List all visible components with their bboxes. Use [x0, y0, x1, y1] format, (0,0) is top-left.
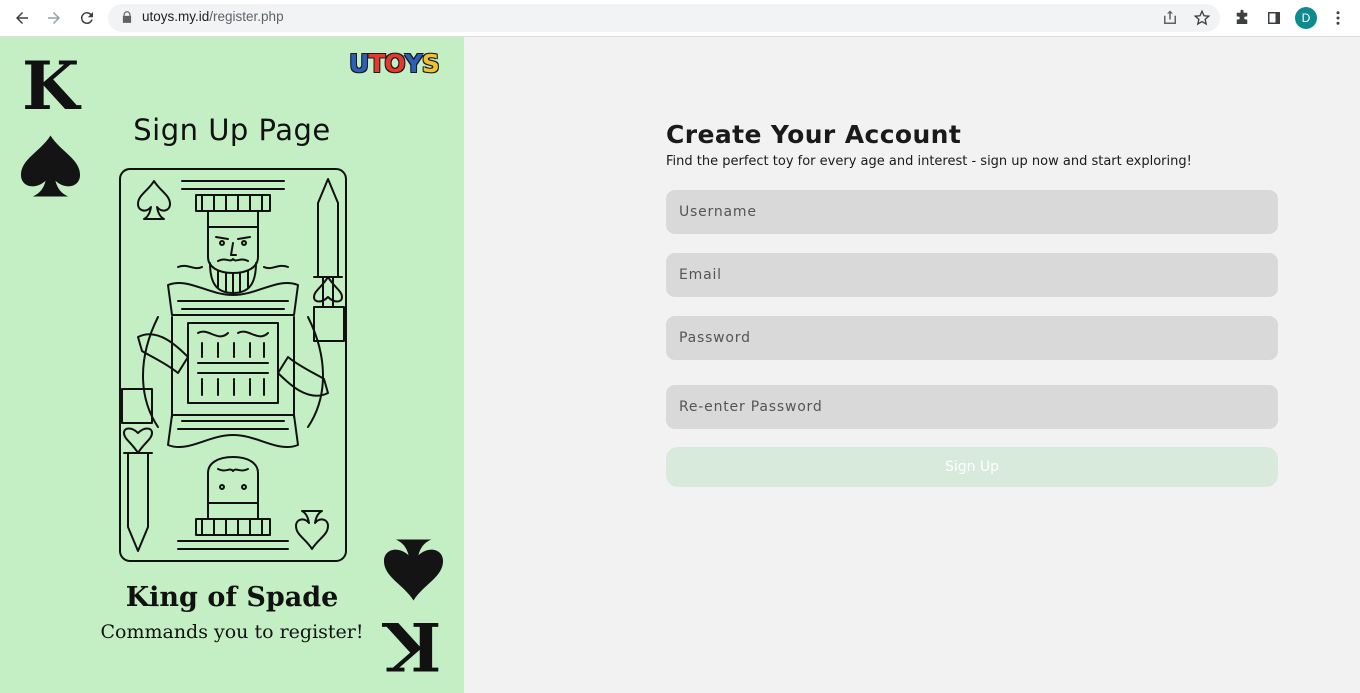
signup-form-header: Create Your Account Find the perfect toy… [666, 120, 1278, 172]
card-rank-top: K [22, 47, 80, 125]
back-button[interactable] [11, 7, 33, 29]
logo-letter: T [368, 48, 385, 78]
url-domain: utoys.my.id [142, 9, 210, 24]
king-card-illustration [119, 168, 347, 562]
repassword-input[interactable] [666, 385, 1278, 429]
king-title: King of Spade [125, 582, 339, 613]
url-text: utoys.my.id/register.php [142, 9, 284, 24]
kebab-menu-icon[interactable] [1329, 9, 1347, 27]
left-panel: K U T O Y S Sign Up Page K King of Spade… [0, 37, 464, 693]
extensions-icon[interactable] [1233, 9, 1251, 27]
browser-toolbar: utoys.my.id/register.php D [0, 0, 1360, 37]
username-input[interactable] [666, 190, 1278, 234]
address-bar[interactable]: utoys.my.id/register.php [108, 4, 1220, 32]
profile-avatar[interactable]: D [1295, 7, 1317, 29]
lock-icon [122, 11, 132, 23]
utoys-logo[interactable]: U T O Y S [349, 48, 440, 78]
king-subtitle: Commands you to register! [100, 621, 364, 643]
form-subtitle: Find the perfect toy for every age and i… [666, 154, 1192, 169]
arrow-left-icon [16, 12, 28, 24]
forward-button[interactable] [43, 7, 65, 29]
logo-letter: U [349, 48, 369, 78]
arrow-right-icon [48, 12, 60, 24]
signup-button[interactable]: Sign Up [666, 447, 1278, 487]
email-input[interactable] [666, 253, 1278, 297]
star-icon[interactable] [1193, 9, 1211, 27]
url-path: /register.php [209, 9, 284, 24]
share-icon[interactable] [1161, 9, 1179, 27]
reload-icon [80, 12, 93, 25]
form-title: Create Your Account [666, 120, 962, 149]
page-title: Sign Up Page [133, 113, 331, 147]
side-panel-icon[interactable] [1265, 9, 1283, 27]
reload-button[interactable] [76, 7, 98, 29]
logo-letter: S [421, 48, 440, 78]
logo-letter: Y [404, 48, 423, 78]
logo-letter: O [384, 48, 405, 78]
password-input[interactable] [666, 316, 1278, 360]
